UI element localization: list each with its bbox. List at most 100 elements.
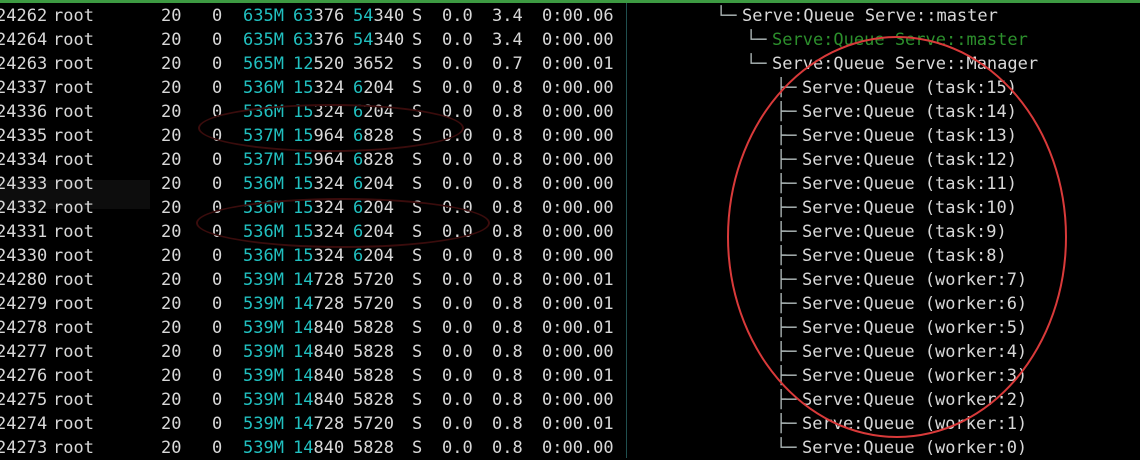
virt-cell: 635M xyxy=(243,30,284,50)
priority-cell: 20 xyxy=(161,78,182,98)
shr-cell: 54340 xyxy=(353,30,405,50)
virt-cell: 537M xyxy=(243,150,284,170)
priority-cell: 20 xyxy=(161,270,182,290)
shr-cell: 6828 xyxy=(353,150,394,170)
user-cell: root xyxy=(53,6,94,26)
mem-cell: 0.8 xyxy=(492,414,523,434)
time-cell: 0:00.06 xyxy=(542,6,614,26)
nice-cell: 0 xyxy=(212,6,223,26)
pid-cell: 24332 xyxy=(0,198,48,218)
mem-cell: 0.8 xyxy=(492,174,523,194)
nice-cell: 0 xyxy=(212,366,223,386)
priority-cell: 20 xyxy=(161,126,182,146)
time-cell: 0:00.01 xyxy=(542,414,614,434)
time-cell: 0:00.00 xyxy=(542,198,614,218)
shr-cell: 54340 xyxy=(353,6,405,26)
command-cell: Serve:Queue Serve::master xyxy=(742,6,998,26)
time-cell: 0:00.01 xyxy=(542,294,614,314)
mem-cell: 0.8 xyxy=(492,78,523,98)
cpu-cell: 0.0 xyxy=(442,54,473,74)
virt-cell: 539M xyxy=(243,414,284,434)
user-cell: root xyxy=(53,150,94,170)
res-cell: 14840 xyxy=(293,390,345,410)
priority-cell: 20 xyxy=(161,414,182,434)
user-cell: root xyxy=(53,222,94,242)
res-cell: 15324 xyxy=(293,174,345,194)
virt-cell: 635M xyxy=(243,6,284,26)
mem-cell: 0.8 xyxy=(492,366,523,386)
pid-cell: 24263 xyxy=(0,54,48,74)
priority-cell: 20 xyxy=(161,318,182,338)
pid-cell: 24276 xyxy=(0,366,48,386)
priority-cell: 20 xyxy=(161,54,182,74)
pid-cell: 24280 xyxy=(0,270,48,290)
nice-cell: 0 xyxy=(212,414,223,434)
mem-cell: 0.8 xyxy=(492,438,523,458)
mem-cell: 0.8 xyxy=(492,222,523,242)
virt-cell: 536M xyxy=(243,246,284,266)
state-cell: S xyxy=(412,54,423,74)
state-cell: S xyxy=(412,174,423,194)
cpu-cell: 0.0 xyxy=(442,246,473,266)
virt-cell: 539M xyxy=(243,294,284,314)
time-cell: 0:00.00 xyxy=(542,30,614,50)
nice-cell: 0 xyxy=(212,342,223,362)
cpu-cell: 0.0 xyxy=(442,150,473,170)
virt-cell: 539M xyxy=(243,342,284,362)
res-cell: 14840 xyxy=(293,318,345,338)
cpu-cell: 0.0 xyxy=(442,318,473,338)
shr-cell: 5828 xyxy=(353,342,394,362)
time-cell: 0:00.00 xyxy=(542,222,614,242)
mem-cell: 3.4 xyxy=(492,30,523,50)
shr-cell: 6204 xyxy=(353,78,394,98)
time-cell: 0:00.01 xyxy=(542,366,614,386)
mem-cell: 0.8 xyxy=(492,246,523,266)
mem-cell: 0.8 xyxy=(492,126,523,146)
time-cell: 0:00.01 xyxy=(542,318,614,338)
pid-cell: 24278 xyxy=(0,318,48,338)
state-cell: S xyxy=(412,342,423,362)
shr-cell: 5720 xyxy=(353,414,394,434)
time-cell: 0:00.01 xyxy=(542,54,614,74)
process-row[interactable]: 24262 root 20 0 635M 63376 54340 S 0.0 3.4 0:00.06… xyxy=(0,4,1140,28)
nice-cell: 0 xyxy=(212,270,223,290)
state-cell: S xyxy=(412,6,423,26)
pid-cell: 24333 xyxy=(0,174,48,194)
virt-cell: 536M xyxy=(243,174,284,194)
pid-cell: 24330 xyxy=(0,246,48,266)
shr-cell: 6204 xyxy=(353,174,394,194)
cpu-cell: 0.0 xyxy=(442,414,473,434)
time-cell: 0:00.00 xyxy=(542,150,614,170)
res-cell: 14840 xyxy=(293,366,345,386)
process-row[interactable]: 24264 root 20 0 635M 63376 54340 S 0.0 3.4 0:00.00… xyxy=(0,28,1140,52)
pid-cell: 24334 xyxy=(0,150,48,170)
res-cell: 63376 xyxy=(293,6,345,26)
res-cell: 14728 xyxy=(293,270,345,290)
shr-cell: 5828 xyxy=(353,438,394,458)
res-cell: 14728 xyxy=(293,294,345,314)
annotation-circle xyxy=(727,36,1067,438)
user-cell: root xyxy=(53,198,94,218)
shr-cell: 3652 xyxy=(353,54,394,74)
mem-cell: 3.4 xyxy=(492,6,523,26)
cpu-cell: 0.0 xyxy=(442,438,473,458)
pid-cell: 24274 xyxy=(0,414,48,434)
user-cell: root xyxy=(53,246,94,266)
res-cell: 15324 xyxy=(293,78,345,98)
res-cell: 14728 xyxy=(293,414,345,434)
time-cell: 0:00.00 xyxy=(542,246,614,266)
virt-cell: 539M xyxy=(243,270,284,290)
virt-cell: 539M xyxy=(243,390,284,410)
pid-cell: 24262 xyxy=(0,6,48,26)
state-cell: S xyxy=(412,438,423,458)
nice-cell: 0 xyxy=(212,246,223,266)
state-cell: S xyxy=(412,318,423,338)
cpu-cell: 0.0 xyxy=(442,78,473,98)
nice-cell: 0 xyxy=(212,78,223,98)
nice-cell: 0 xyxy=(212,390,223,410)
shr-cell: 5828 xyxy=(353,366,394,386)
priority-cell: 20 xyxy=(161,438,182,458)
pid-cell: 24275 xyxy=(0,390,48,410)
process-row[interactable]: 24273 root 20 0 539M 14840 5828 S 0.0 0.8 0:00.00 └… xyxy=(0,436,1140,460)
user-cell: root xyxy=(53,438,94,458)
